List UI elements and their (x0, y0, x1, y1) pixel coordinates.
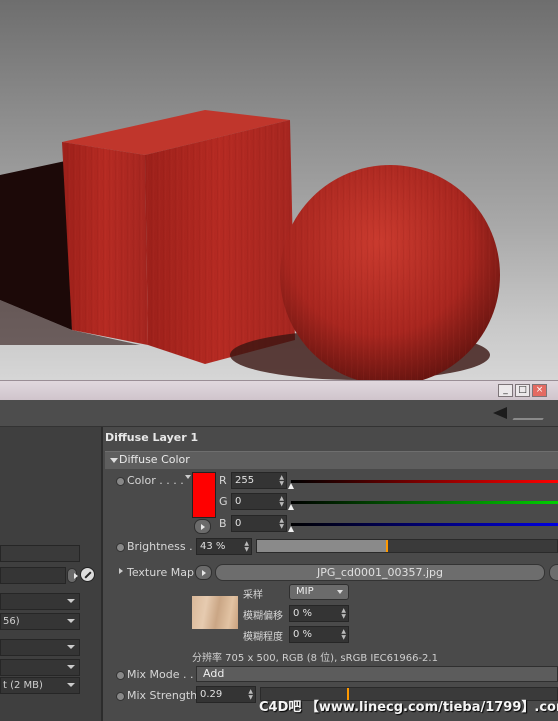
g-slider[interactable] (291, 501, 558, 504)
close-button[interactable]: × (532, 384, 547, 397)
maximize-button[interactable]: □ (515, 384, 530, 397)
texture-reload-button[interactable] (549, 564, 558, 581)
nav-divider-icon (512, 408, 550, 420)
b-label: B (219, 517, 227, 530)
left-blank-bar (0, 545, 80, 562)
mix-mode-dropdown[interactable]: Add (196, 666, 558, 682)
back-arrow-icon[interactable] (493, 407, 507, 419)
attributes-panel: Diffuse Layer 1 Diffuse Color Color . . … (103, 427, 558, 721)
texture-info: 分辨率 705 x 500, RGB (8 位), sRGB IEC61966-… (192, 653, 438, 664)
color-expand-button[interactable] (194, 519, 211, 534)
blur-offset-label: 模糊偏移 (243, 611, 283, 622)
brightness-slider-fill (257, 540, 386, 552)
left-dropdown-3[interactable] (0, 639, 80, 656)
left-dropdown-2[interactable]: 56) (0, 613, 80, 630)
color-animate-radio[interactable] (116, 477, 125, 486)
left-dropdown-1[interactable] (0, 593, 80, 610)
render-scene (0, 110, 500, 380)
texture-menu-button[interactable] (195, 565, 212, 580)
brightness-label: Brightness . . (127, 540, 200, 553)
left-panel: 56) t (2 MB) (0, 427, 103, 721)
diffuse-color-section-header[interactable]: Diffuse Color (105, 451, 558, 469)
mix-strength-input[interactable]: 0.29 ▲ ▼ (196, 686, 256, 703)
brightness-input[interactable]: 43 % ▲ ▼ (196, 538, 252, 555)
collapse-triangle-icon[interactable] (110, 458, 118, 463)
g-input[interactable]: 0 ▲ ▼ (231, 493, 287, 510)
editor-toolbar (0, 400, 558, 427)
brightness-slider[interactable] (256, 539, 558, 553)
brightness-slider-marker[interactable] (386, 540, 388, 552)
r-slider-knob[interactable] (288, 483, 294, 489)
r-slider[interactable] (291, 480, 558, 483)
left-dropdown-5[interactable]: t (2 MB) (0, 677, 80, 694)
g-slider-knob[interactable] (288, 504, 294, 510)
picker-icon[interactable] (80, 567, 95, 582)
mix-mode-label: Mix Mode . . (127, 668, 194, 681)
sampling-dropdown[interactable]: MIP (289, 584, 349, 600)
texture-thumbnail[interactable] (192, 596, 238, 629)
left-path-arrow-button[interactable] (67, 568, 78, 583)
color-menu-icon[interactable] (185, 475, 191, 479)
blur-scale-label: 模糊程度 (243, 632, 283, 643)
r-label: R (219, 474, 227, 487)
minimize-button[interactable]: _ (498, 384, 513, 397)
mix-mode-animate-radio[interactable] (116, 671, 125, 680)
left-path-input[interactable] (0, 567, 66, 584)
layer-title: Diffuse Layer 1 (105, 431, 199, 444)
mix-strength-animate-radio[interactable] (116, 692, 125, 701)
brightness-animate-radio[interactable] (116, 543, 125, 552)
left-dropdown-4[interactable] (0, 659, 80, 676)
chevron-down-icon (337, 590, 343, 594)
color-label: Color . . . . (127, 474, 184, 487)
r-input[interactable]: 255 ▲ ▼ (231, 472, 287, 489)
texture-map-label: Texture Map (127, 566, 194, 579)
g-label: G (219, 495, 228, 508)
b-slider[interactable] (291, 523, 558, 526)
render-viewport[interactable] (0, 0, 558, 380)
color-swatch[interactable] (192, 472, 216, 518)
window-titlebar: _ □ × (0, 380, 558, 401)
b-slider-knob[interactable] (288, 526, 294, 532)
blur-offset-input[interactable]: 0 % ▲ ▼ (289, 605, 349, 622)
blur-scale-input[interactable]: 0 % ▲ ▼ (289, 626, 349, 643)
mix-strength-label: Mix Strength (127, 689, 198, 702)
b-input[interactable]: 0 ▲ ▼ (231, 515, 287, 532)
texture-expand-triangle-icon[interactable] (119, 568, 123, 574)
sampling-label: 采样 (243, 590, 263, 601)
material-editor: 56) t (2 MB) Diffuse Layer 1 Diffuse Col… (0, 400, 558, 721)
section-title: Diffuse Color (119, 453, 190, 466)
texture-file-button[interactable]: JPG_cd0001_00357.jpg (215, 564, 545, 581)
watermark: C4D吧 【www.linecg.com/tieba/1799】.com (259, 700, 558, 715)
